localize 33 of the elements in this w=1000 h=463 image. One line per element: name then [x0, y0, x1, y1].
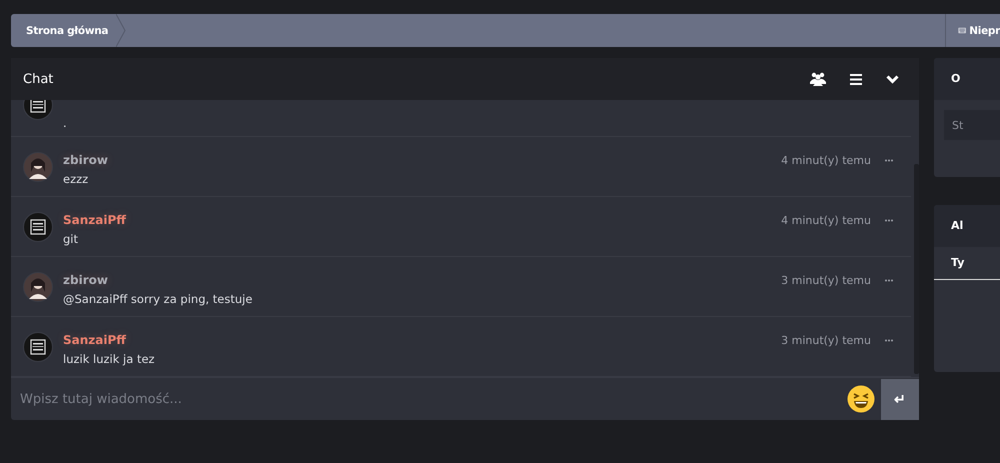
- message-time: 4 minut(y) temu: [781, 214, 871, 226]
- message-time: 3 minut(y) temu: [781, 334, 871, 346]
- panel-title: Al: [934, 205, 1000, 247]
- message-text: git: [63, 232, 80, 246]
- users-icon[interactable]: [810, 72, 826, 86]
- more-icon[interactable]: [885, 338, 893, 342]
- chat-title: Chat: [23, 72, 54, 86]
- message-time: 3 minut(y) temu: [781, 274, 871, 286]
- user-name[interactable]: SanzaiPff: [63, 333, 782, 347]
- header-link[interactable]: Niepr: [969, 24, 1000, 36]
- panel-tab[interactable]: Ty: [934, 247, 1000, 280]
- more-icon[interactable]: [885, 218, 893, 222]
- message-text: luzik luzik ja tez: [63, 352, 156, 366]
- more-icon[interactable]: [885, 158, 893, 162]
- breadcrumb-link[interactable]: Strona główna: [11, 24, 116, 36]
- user-name[interactable]: SanzaiPff: [63, 213, 782, 227]
- laughing-emoji-icon[interactable]: [847, 385, 875, 413]
- chevron-down-icon[interactable]: [886, 74, 899, 84]
- more-icon[interactable]: [885, 278, 893, 282]
- menu-icon[interactable]: [850, 74, 862, 84]
- message-input[interactable]: Wpisz tutaj wiadomość...: [11, 378, 847, 420]
- keyboard-icon: [958, 26, 966, 35]
- scrollbar[interactable]: [914, 164, 919, 374]
- message-text: .: [63, 116, 68, 130]
- message-text: ezzz: [63, 172, 90, 186]
- breadcrumb-divider-icon: [116, 14, 126, 47]
- user-name[interactable]: zbirow: [63, 273, 782, 287]
- message-time: 4 minut(y) temu: [781, 154, 871, 166]
- user-name[interactable]: zbirow: [63, 153, 782, 167]
- send-button[interactable]: ↵: [881, 378, 919, 420]
- panel-title: O: [934, 58, 1000, 100]
- search-field[interactable]: St: [944, 110, 1000, 140]
- message-text: @SanzaiPff sorry za ping, testuje: [63, 292, 254, 306]
